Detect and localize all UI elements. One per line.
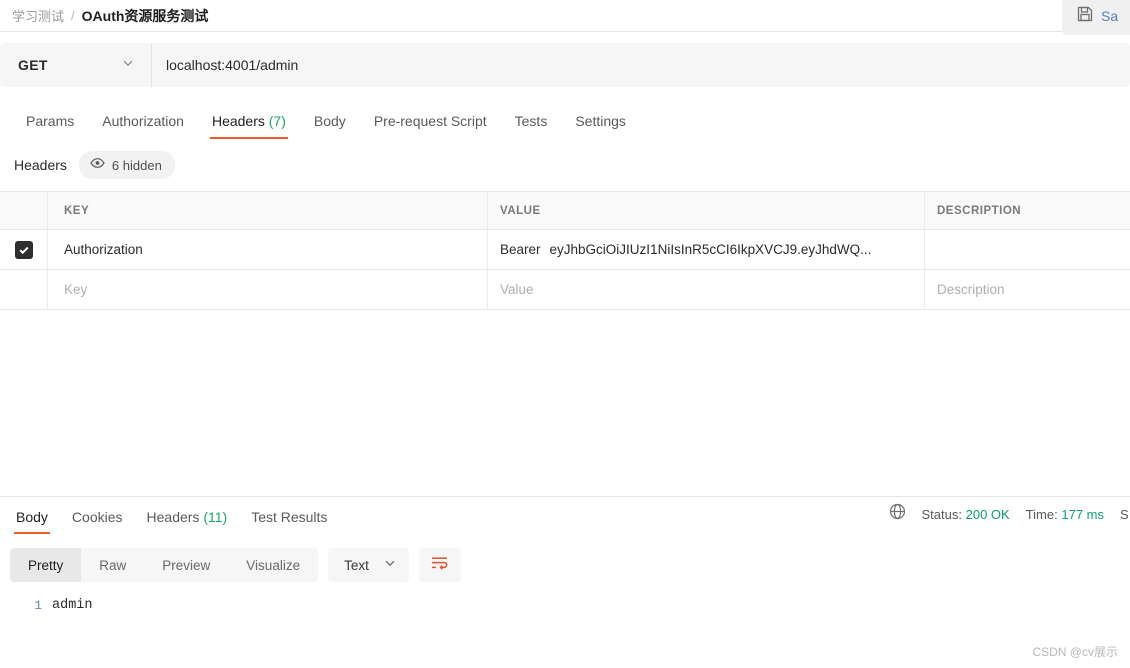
format-pretty-label: Pretty [28,557,64,573]
breadcrumb-bar: 学习测试 / OAuth资源服务测试 Sa [0,0,1130,35]
word-wrap-button[interactable] [418,548,461,582]
globe-icon [889,503,906,525]
header-value-prefix: Bearer [500,242,541,257]
format-preview-label: Preview [162,557,211,573]
response-format-group: Pretty Raw Preview Visualize [10,548,319,582]
row-checkbox-cell-empty [0,270,48,309]
response-tab-test-results-label: Test Results [251,509,328,525]
status-value: 200 OK [965,506,1010,522]
hidden-headers-toggle[interactable]: 6 hidden [78,151,175,179]
column-header-value: VALUE [500,204,541,217]
response-tab-cookies-label: Cookies [71,509,123,525]
format-raw-button[interactable]: Raw [81,548,144,582]
tab-params-label: Params [26,113,75,129]
format-visualize-button[interactable]: Visualize [228,548,318,582]
table-row[interactable]: Authorization Bearer eyJhbGciOiJIUzI1NiI… [0,230,1130,270]
column-header-key: KEY [64,204,90,217]
response-tab-headers-label: Headers [146,509,200,525]
headers-subbar: Headers 6 hidden [0,139,1130,191]
save-button-label: Sa [1101,8,1119,24]
column-header-description: DESCRIPTION [937,204,1022,217]
tab-body-label: Body [313,113,346,129]
size-badge: S [1120,506,1129,522]
response-tab-test-results[interactable]: Test Results [239,509,339,534]
watermark: CSDN @cv展示 [1032,645,1118,659]
format-raw-label: Raw [99,557,127,573]
response-meta: Status: 200 OK Time: 177 ms S [889,503,1130,525]
description-input-placeholder[interactable]: Description [937,282,1005,297]
response-type-select[interactable]: Text [328,548,409,582]
save-floppy-icon [1076,5,1094,28]
response-type-value: Text [344,557,369,573]
time-value: 177 ms [1061,506,1104,522]
tab-authorization-label: Authorization [102,113,184,129]
tab-headers-count: (7) [268,113,286,129]
response-tab-body[interactable]: Body [4,509,60,534]
postman-window: 学习测试 / OAuth资源服务测试 Sa GET localhost:4001… [0,0,1130,668]
format-pretty-button[interactable]: Pretty [10,548,82,582]
save-button[interactable]: Sa [1062,0,1130,35]
format-preview-button[interactable]: Preview [144,548,228,582]
breadcrumb-current[interactable]: OAuth资源服务测试 [82,6,209,26]
header-col-checkbox [0,192,48,229]
tab-pre-request-script[interactable]: Pre-request Script [360,113,501,139]
url-input[interactable]: localhost:4001/admin [152,43,1130,87]
value-input-placeholder[interactable]: Value [500,282,534,297]
time-badge: Time: 177 ms [1026,507,1104,522]
word-wrap-icon [430,555,449,576]
chevron-down-icon [383,556,397,575]
request-tabs: Params Authorization Headers (7) Body Pr… [0,99,1130,139]
headers-table: KEY VALUE DESCRIPTION Authorization Bear… [0,191,1130,310]
response-toolbar: Pretty Raw Preview Visualize Text [0,534,1130,582]
tab-tests[interactable]: Tests [501,113,562,139]
header-value-token[interactable]: eyJhbGciOiJIUzI1NiIsInR5cCI6IkpXVCJ9.eyJ… [550,242,872,257]
tab-authorization[interactable]: Authorization [88,113,198,139]
header-key-value[interactable]: Authorization [64,242,143,257]
http-method-select[interactable]: GET [0,43,152,87]
http-method-value: GET [18,57,48,73]
line-number: 1 [34,598,42,613]
tab-params[interactable]: Params [12,113,88,139]
response-tab-body-label: Body [16,509,48,525]
response-body-line: admin [52,598,93,613]
row-checkbox-cell [0,230,48,269]
time-label: Time: [1025,506,1058,522]
tab-settings[interactable]: Settings [561,113,640,139]
response-tab-headers-count: (11) [203,509,228,525]
row-enabled-checkbox[interactable] [14,240,33,259]
breadcrumb-separator: / [71,8,75,23]
table-row-empty[interactable]: Key Value Description [0,270,1130,310]
status-label: Status: [921,506,962,522]
tab-headers-label: Headers [211,113,265,129]
request-body-empty-space [0,310,1130,496]
response-tabs: Body Cookies Headers (11) Test Results S… [0,496,1130,534]
tab-pre-request-script-label: Pre-request Script [373,113,487,129]
tab-body[interactable]: Body [300,113,360,139]
tab-tests-label: Tests [514,113,548,129]
breadcrumb-parent[interactable]: 学习测试 [12,6,64,25]
response-tab-cookies[interactable]: Cookies [60,509,135,534]
eye-icon [90,156,105,174]
response-tab-headers[interactable]: Headers (11) [135,509,240,534]
url-bar: GET localhost:4001/admin [0,43,1130,87]
key-input-placeholder[interactable]: Key [64,282,87,297]
format-visualize-label: Visualize [246,557,301,573]
status-badge: Status: 200 OK [922,507,1010,522]
chevron-down-icon [121,56,135,75]
headers-section-title: Headers [14,157,67,173]
response-body-code[interactable]: 1 admin [0,582,1130,613]
tab-settings-label: Settings [575,113,626,129]
hidden-headers-label: 6 hidden [111,157,162,173]
headers-table-header-row: KEY VALUE DESCRIPTION [0,192,1130,230]
tab-headers[interactable]: Headers (7) [198,113,300,139]
